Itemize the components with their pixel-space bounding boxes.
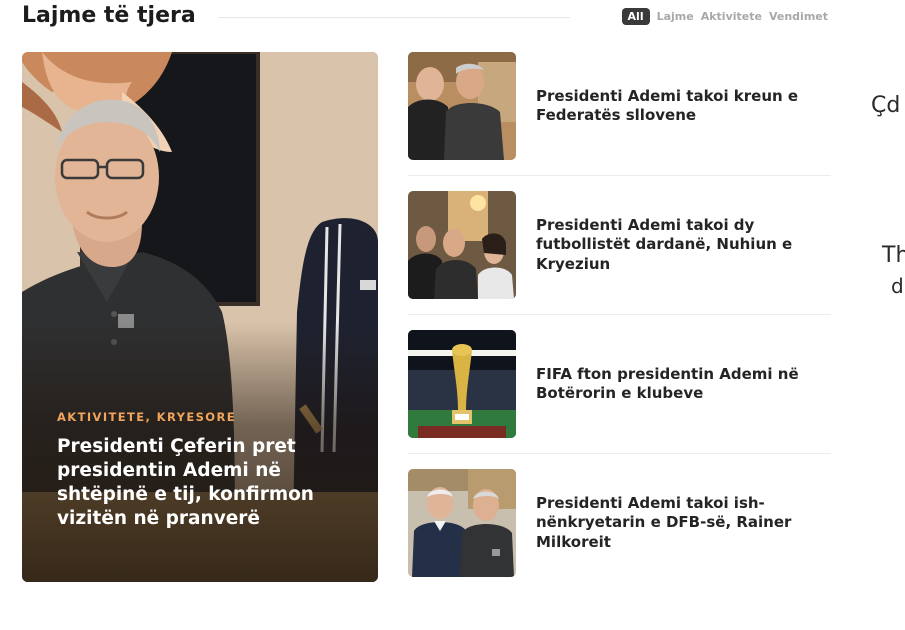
list-item[interactable]: Presidenti Ademi takoi dy futbollistët d… [408, 191, 831, 299]
offscreen-text-fragment: Th [882, 243, 905, 268]
featured-article-title[interactable]: Presidenti Çeferin pret presidentin Adem… [57, 435, 347, 531]
news-thumbnail[interactable] [408, 469, 516, 577]
list-item[interactable]: FIFA fton presidentin Ademi në Botërorin… [408, 330, 831, 438]
featured-article-card[interactable]: AKTIVITETE, KRYESORE Presidenti Çeferin … [22, 52, 378, 582]
filter-vendimet[interactable]: Vendimet [769, 10, 828, 23]
news-thumbnail[interactable] [408, 191, 516, 299]
header-divider [218, 17, 570, 18]
news-title[interactable]: Presidenti Ademi takoi ish-nënkryetarin … [536, 469, 816, 577]
news-title[interactable]: FIFA fton presidentin Ademi në Botërorin… [536, 330, 816, 438]
list-divider [408, 453, 831, 454]
list-item[interactable]: Presidenti Ademi takoi kreun e Federatës… [408, 52, 831, 160]
list-divider [408, 314, 831, 315]
filter-tabs: All Lajme Aktivitete Vendimet [621, 8, 828, 25]
news-thumbnail[interactable] [408, 330, 516, 438]
featured-category-label[interactable]: AKTIVITETE, KRYESORE [57, 410, 236, 424]
filter-all[interactable]: All [621, 8, 650, 25]
page: Lajme të tjera All Lajme Aktivitete Vend… [0, 0, 905, 630]
filter-aktivitete[interactable]: Aktivitete [701, 10, 762, 23]
news-title[interactable]: Presidenti Ademi takoi dy futbollistët d… [536, 191, 816, 299]
list-divider [408, 175, 831, 176]
list-item[interactable]: Presidenti Ademi takoi ish-nënkryetarin … [408, 469, 831, 577]
offscreen-text-fragment: Çd [871, 93, 901, 118]
news-title[interactable]: Presidenti Ademi takoi kreun e Federatës… [536, 52, 816, 160]
offscreen-text-fragment: d [891, 274, 904, 298]
section-title: Lajme të tjera [22, 3, 196, 28]
section-header: Lajme të tjera All Lajme Aktivitete Vend… [22, 0, 832, 36]
news-thumbnail[interactable] [408, 52, 516, 160]
offscreen-panel: Çd Th d [855, 0, 905, 630]
filter-lajme[interactable]: Lajme [657, 10, 694, 23]
